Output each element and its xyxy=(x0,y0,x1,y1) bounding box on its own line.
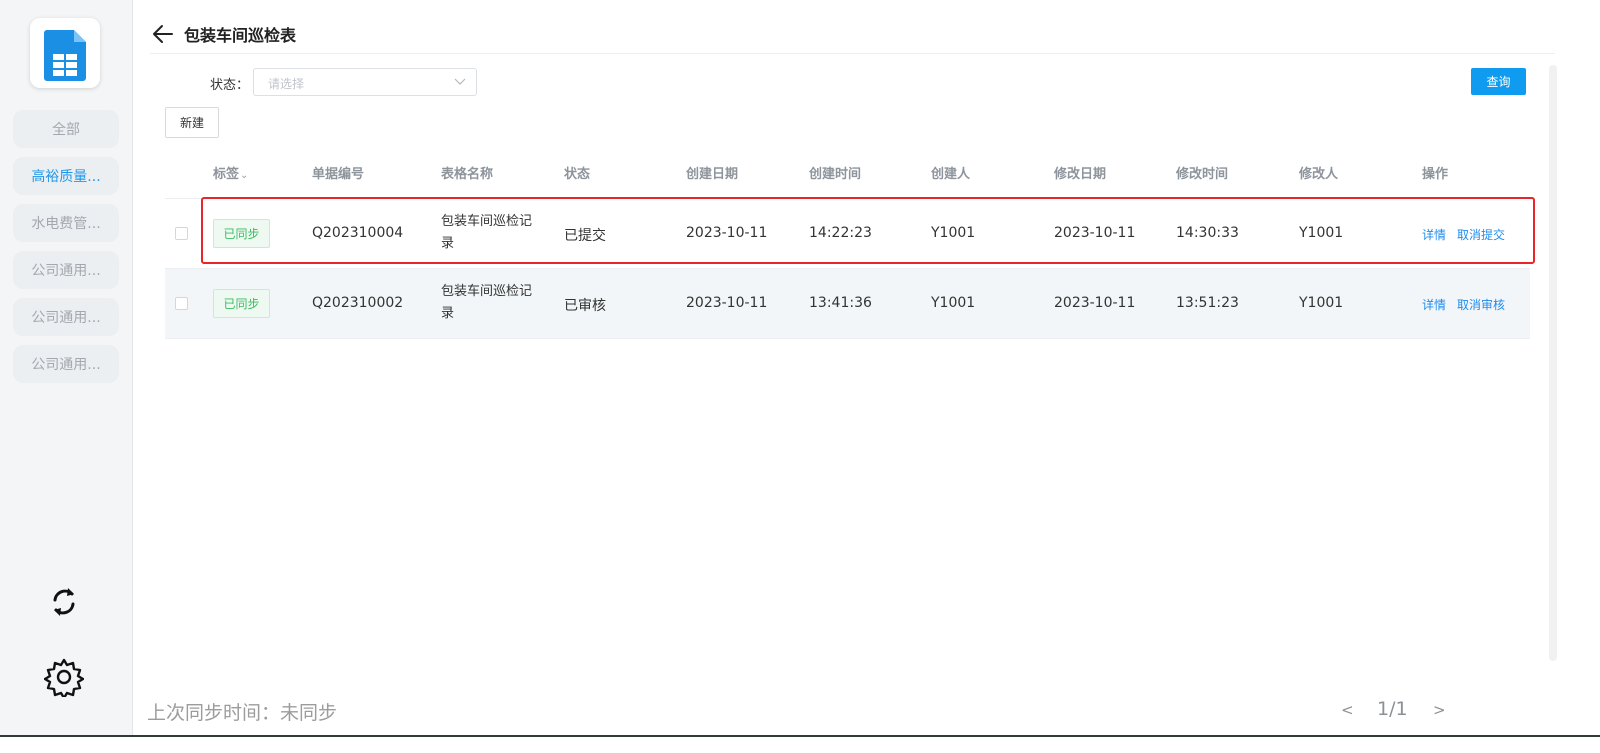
created-date: 2023-10-11 xyxy=(686,295,768,311)
last-sync-status: 上次同步时间：未同步 xyxy=(147,702,338,724)
column-header-created-date: 创建日期 xyxy=(686,167,739,182)
detail-link[interactable]: 详情 xyxy=(1422,226,1446,243)
column-header-created-time: 创建时间 xyxy=(809,167,862,182)
sidebar-item-utilities[interactable]: 水电费管... xyxy=(13,204,119,242)
sync-icon[interactable] xyxy=(44,582,84,622)
column-header-actions: 操作 xyxy=(1422,167,1449,182)
spreadsheet-icon xyxy=(44,30,86,81)
created-time: 13:41:36 xyxy=(809,295,872,311)
next-page-button[interactable]: > xyxy=(1433,701,1446,719)
page-header: 包装车间巡检表 xyxy=(150,16,296,52)
detail-link[interactable]: 详情 xyxy=(1422,296,1446,313)
modified-time: 13:51:23 xyxy=(1176,295,1239,311)
sidebar-item-company-general-2[interactable]: 公司通用... xyxy=(13,298,119,336)
table-row: 已同步 Q202310004 包装车间巡检记录 已提交 2023-10-11 1… xyxy=(165,199,1530,269)
record-status: 已审核 xyxy=(564,298,606,314)
record-status: 已提交 xyxy=(564,228,606,244)
status-filter-label: 状态： xyxy=(210,78,250,93)
doc-number: Q202310004 xyxy=(312,225,404,241)
table-header: 标签⌄ 单据编号 表格名称 状态 创建日期 创建时间 创建人 修改日期 修改时间… xyxy=(165,150,1530,199)
creator: Y1001 xyxy=(931,295,976,311)
modified-time: 14:30:33 xyxy=(1176,225,1239,241)
modified-date: 2023-10-11 xyxy=(1054,225,1136,241)
column-header-creator: 创建人 xyxy=(931,167,971,182)
page-indicator: 1/1 xyxy=(1377,698,1408,720)
column-header-modified-time: 修改时间 xyxy=(1176,167,1229,182)
sync-status-badge: 已同步 xyxy=(213,289,270,318)
bottom-border xyxy=(0,735,1600,737)
chevron-down-icon xyxy=(454,78,466,85)
scrollbar[interactable] xyxy=(1549,65,1557,661)
column-header-form-name: 表格名称 xyxy=(441,167,494,182)
sync-status-badge: 已同步 xyxy=(213,219,270,248)
settings-icon[interactable] xyxy=(44,657,84,697)
page-title: 包装车间巡检表 xyxy=(184,26,297,45)
column-header-modified-date: 修改日期 xyxy=(1054,167,1107,182)
created-date: 2023-10-11 xyxy=(686,225,768,241)
modifier: Y1001 xyxy=(1299,225,1344,241)
back-arrow-icon[interactable] xyxy=(150,21,176,47)
cancel-review-link[interactable]: 取消审核 xyxy=(1457,296,1505,313)
cancel-submit-link[interactable]: 取消提交 xyxy=(1457,226,1505,243)
row-checkbox[interactable] xyxy=(175,227,188,240)
created-time: 14:22:23 xyxy=(809,225,872,241)
status-select[interactable]: 请选择 xyxy=(253,68,477,96)
app-logo xyxy=(30,18,100,88)
sidebar-item-all[interactable]: 全部 xyxy=(13,110,119,148)
column-header-tag[interactable]: 标签⌄ xyxy=(213,163,248,182)
header-divider xyxy=(150,53,1555,54)
new-button[interactable]: 新建 xyxy=(165,107,219,138)
modifier: Y1001 xyxy=(1299,295,1344,311)
column-header-status: 状态 xyxy=(564,167,591,182)
table-row: 已同步 Q202310002 包装车间巡检记录 已审核 2023-10-11 1… xyxy=(165,269,1530,339)
sidebar: 全部 高裕质量... 水电费管... 公司通用... 公司通用... 公司通用.… xyxy=(0,0,133,753)
bottom-bar xyxy=(0,735,1600,753)
sidebar-item-company-general-3[interactable]: 公司通用... xyxy=(13,345,119,383)
row-checkbox[interactable] xyxy=(175,297,188,310)
sidebar-nav: 全部 高裕质量... 水电费管... 公司通用... 公司通用... 公司通用.… xyxy=(13,110,119,392)
sidebar-item-gaoyu-quality[interactable]: 高裕质量... xyxy=(13,157,119,195)
query-button[interactable]: 查询 xyxy=(1471,68,1526,95)
form-name: 包装车间巡检记录 xyxy=(441,284,533,321)
sidebar-item-company-general-1[interactable]: 公司通用... xyxy=(13,251,119,289)
column-header-modifier: 修改人 xyxy=(1299,167,1339,182)
form-name: 包装车间巡检记录 xyxy=(441,214,533,251)
column-header-doc-no: 单据编号 xyxy=(312,167,365,182)
status-select-placeholder: 请选择 xyxy=(268,77,305,91)
records-table: 标签⌄ 单据编号 表格名称 状态 创建日期 创建时间 创建人 修改日期 修改时间… xyxy=(165,150,1530,339)
prev-page-button[interactable]: < xyxy=(1341,701,1354,719)
doc-number: Q202310002 xyxy=(312,295,404,311)
modified-date: 2023-10-11 xyxy=(1054,295,1136,311)
creator: Y1001 xyxy=(931,225,976,241)
sort-chevron-icon: ⌄ xyxy=(240,170,249,181)
